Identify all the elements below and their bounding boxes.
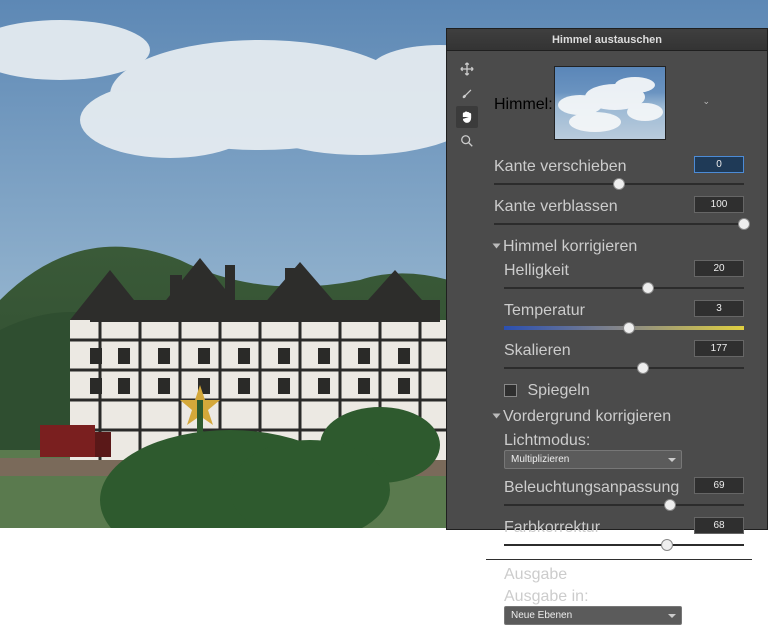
edge-fade-label: Kante verblassen <box>494 198 618 216</box>
light-mode-row: Lichtmodus: Multiplizieren <box>504 432 744 469</box>
dialog-title: Himmel austauschen <box>552 34 662 46</box>
edge-shift-label: Kante verschieben <box>494 158 627 176</box>
temperature-slider[interactable] <box>504 322 744 334</box>
edge-fade-value[interactable]: 100 <box>694 196 744 213</box>
temperature-row: Temperatur 3 <box>504 302 744 320</box>
sky-label: Himmel: <box>494 96 553 114</box>
panel-body: Himmel: ⌄ Kante verschieben 0 Kante verb… <box>486 58 752 627</box>
brightness-label: Helligkeit <box>504 262 569 280</box>
tool-column <box>456 58 480 154</box>
brightness-slider[interactable] <box>504 282 744 294</box>
temperature-label: Temperatur <box>504 302 585 320</box>
zoom-tool-icon[interactable] <box>456 130 478 152</box>
brightness-value[interactable]: 20 <box>694 260 744 277</box>
flip-row: Spiegeln <box>504 382 744 400</box>
section-foreground-correct[interactable]: Vordergrund korrigieren <box>494 408 744 426</box>
light-mode-label: Lichtmodus: <box>504 432 590 450</box>
light-adjust-label: Beleuchtungsanpassung <box>504 479 679 497</box>
color-adjust-value[interactable]: 68 <box>694 517 744 534</box>
divider <box>486 559 752 560</box>
flip-label: Spiegeln <box>527 382 589 400</box>
edge-shift-row: Kante verschieben 0 <box>494 158 744 176</box>
light-adjust-slider[interactable] <box>504 499 744 511</box>
output-row: Ausgabe in: Neue Ebenen <box>504 588 744 625</box>
output-select[interactable]: Neue Ebenen <box>504 606 682 625</box>
hand-tool-icon[interactable] <box>456 106 478 128</box>
color-adjust-row: Farbkorrektur 68 <box>504 519 744 537</box>
brush-tool-icon[interactable] <box>456 82 478 104</box>
sky-preset-row: Himmel: ⌄ <box>494 66 744 146</box>
light-adjust-row: Beleuchtungsanpassung 69 <box>504 479 744 497</box>
edge-shift-slider[interactable] <box>494 178 744 190</box>
dialog-titlebar[interactable]: Himmel austauschen <box>446 28 768 52</box>
sky-thumbnail[interactable] <box>554 66 666 140</box>
scale-row: Skalieren 177 <box>504 342 744 360</box>
section-sky-correct[interactable]: Himmel korrigieren <box>494 238 744 256</box>
temperature-value[interactable]: 3 <box>694 300 744 317</box>
light-mode-select[interactable]: Multiplizieren <box>504 450 682 469</box>
flip-checkbox[interactable] <box>504 384 517 397</box>
move-tool-icon[interactable] <box>456 58 478 80</box>
edge-fade-slider[interactable] <box>494 218 744 230</box>
scale-slider[interactable] <box>504 362 744 374</box>
brightness-row: Helligkeit 20 <box>504 262 744 280</box>
chevron-down-icon[interactable]: ⌄ <box>702 96 710 107</box>
edge-fade-row: Kante verblassen 100 <box>494 198 744 216</box>
output-label: Ausgabe in: <box>504 588 589 606</box>
light-adjust-value[interactable]: 69 <box>694 477 744 494</box>
color-adjust-label: Farbkorrektur <box>504 519 600 537</box>
output-section-label: Ausgabe <box>504 566 744 584</box>
output-section: Ausgabe <box>504 566 567 584</box>
color-adjust-slider[interactable] <box>504 539 744 551</box>
scale-value[interactable]: 177 <box>694 340 744 357</box>
edge-shift-value[interactable]: 0 <box>694 156 744 173</box>
scale-label: Skalieren <box>504 342 571 360</box>
